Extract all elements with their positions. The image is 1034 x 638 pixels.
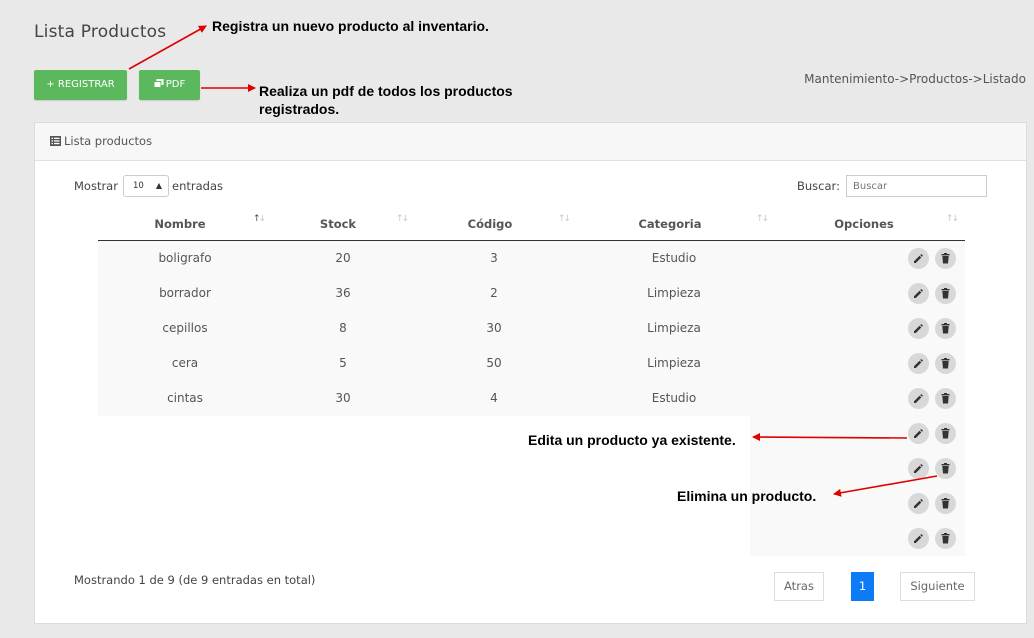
annotation-arrows [128, 25, 938, 497]
arrow-register [128, 25, 207, 70]
arrow-delete [833, 475, 938, 497]
arrow-edit [752, 433, 908, 442]
